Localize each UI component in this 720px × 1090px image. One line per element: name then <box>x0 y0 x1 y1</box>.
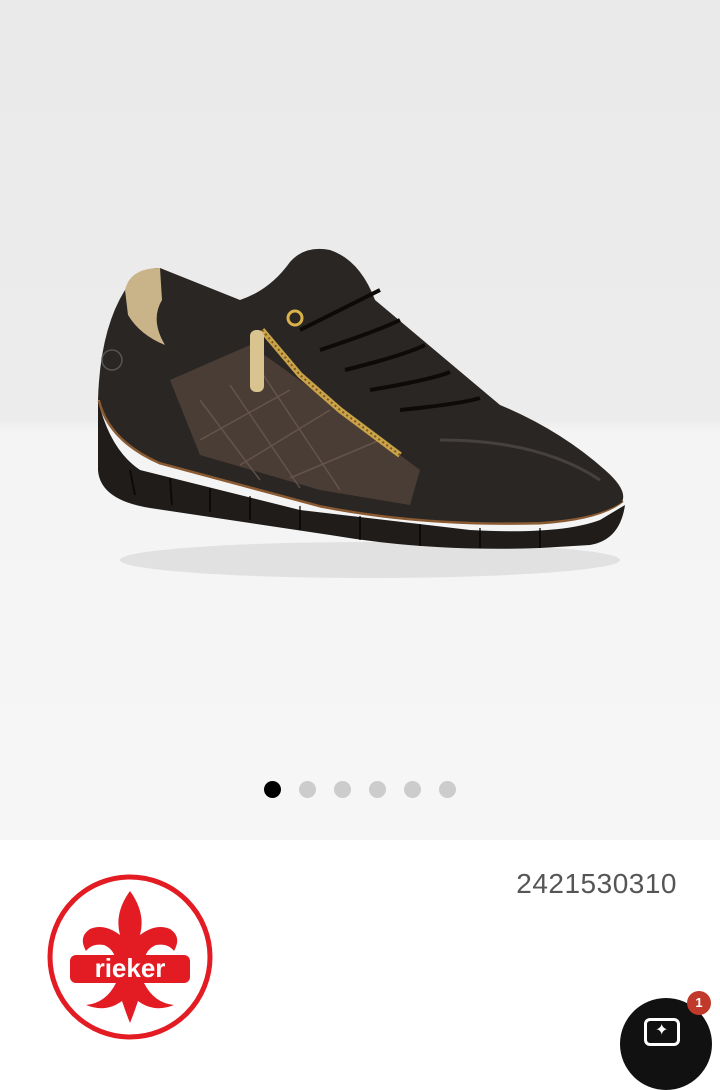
gallery-dot-6[interactable] <box>439 781 456 798</box>
brand-logo[interactable]: rieker <box>46 873 214 1041</box>
gallery-dot-4[interactable] <box>369 781 386 798</box>
gallery-dot-1[interactable] <box>264 781 281 798</box>
gallery-pagination <box>0 781 720 799</box>
gallery-dot-2[interactable] <box>299 781 316 798</box>
notification-badge: 1 <box>687 991 711 1015</box>
product-image[interactable] <box>0 0 720 760</box>
product-image-gallery[interactable] <box>0 0 720 840</box>
svg-text:rieker: rieker <box>95 953 166 983</box>
gallery-dot-5[interactable] <box>404 781 421 798</box>
gallery-dot-3[interactable] <box>334 781 351 798</box>
product-sku: 2421530310 <box>516 868 677 899</box>
